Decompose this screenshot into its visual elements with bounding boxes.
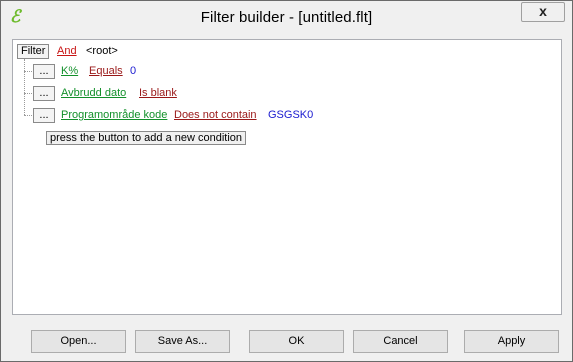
- condition-menu-button[interactable]: ...: [33, 64, 55, 79]
- title-bar: ℰ Filter builder - [untitled.flt] x: [1, 1, 572, 33]
- root-operator-link[interactable]: And: [57, 45, 77, 58]
- condition-operator-link[interactable]: Equals: [89, 65, 123, 78]
- tree-connector: [24, 115, 32, 116]
- apply-button[interactable]: Apply: [464, 330, 559, 353]
- root-filter-button[interactable]: Filter: [17, 44, 50, 59]
- tree-connector: [24, 59, 25, 115]
- condition-operator-link[interactable]: Does not contain: [174, 109, 257, 122]
- condition-operator-link[interactable]: Is blank: [139, 87, 177, 100]
- open-button[interactable]: Open...: [31, 330, 126, 353]
- tree-connector: [24, 93, 32, 94]
- condition-value[interactable]: 0: [130, 65, 136, 78]
- ok-button[interactable]: OK: [249, 330, 344, 353]
- tree-connector: [24, 71, 32, 72]
- save-as-button[interactable]: Save As...: [135, 330, 230, 353]
- add-condition-button[interactable]: press the button to add a new condition: [46, 131, 247, 145]
- cancel-button[interactable]: Cancel: [353, 330, 448, 353]
- condition-menu-button[interactable]: ...: [33, 108, 55, 123]
- window-title: Filter builder - [untitled.flt]: [200, 9, 373, 26]
- condition-field-link[interactable]: K%: [61, 65, 78, 78]
- condition-value[interactable]: GSGSK0: [268, 109, 313, 122]
- filter-builder-window: ℰ Filter builder - [untitled.flt] x Filt…: [0, 0, 573, 362]
- close-button[interactable]: x: [521, 2, 565, 22]
- condition-menu-button[interactable]: ...: [33, 86, 55, 101]
- condition-field-link[interactable]: Avbrudd dato: [61, 87, 126, 100]
- root-label: <root>: [86, 45, 118, 57]
- filter-tree-panel: Filter And <root> ... K% Equals 0 ... Av…: [12, 39, 562, 315]
- condition-field-link[interactable]: Programområde kode: [61, 109, 167, 122]
